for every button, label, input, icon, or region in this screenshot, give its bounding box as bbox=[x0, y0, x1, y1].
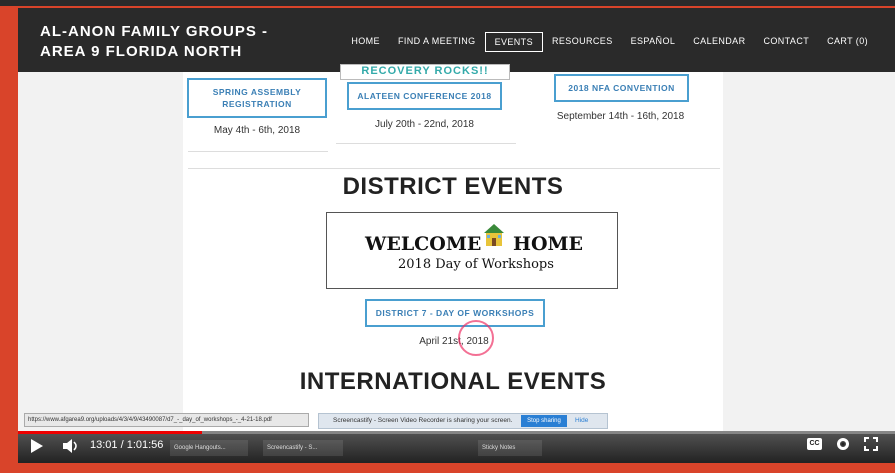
nav-item-contact[interactable]: CONTACT bbox=[754, 32, 818, 52]
fullscreen-icon[interactable] bbox=[864, 437, 878, 451]
play-icon[interactable] bbox=[30, 438, 44, 454]
top-edge bbox=[0, 0, 895, 6]
browser-status-url: https://www.afgarea9.org/uploads/4/3/4/9… bbox=[24, 413, 309, 427]
volume-icon[interactable] bbox=[62, 439, 80, 453]
nav-item-calendar[interactable]: CALENDAR bbox=[684, 32, 754, 52]
nfa-convention-button[interactable]: 2018 NFA CONVENTION bbox=[554, 74, 689, 102]
banner-subtitle: 2018 Day of Workshops bbox=[398, 257, 554, 272]
video-progress-bar[interactable] bbox=[18, 431, 895, 434]
international-events-heading: INTERNATIONAL EVENTS bbox=[299, 368, 607, 395]
site-title-line1: AL-ANON FAMILY GROUPS - bbox=[40, 23, 269, 40]
main-nav: HOME FIND A MEETING EVENTS RESOURCES ESPAÑOL… bbox=[342, 32, 877, 52]
site-navbar: AL-ANON FAMILY GROUPS - AREA 9 FLORIDA N… bbox=[18, 8, 895, 72]
nav-item-resources[interactable]: RESOURCES bbox=[543, 32, 622, 52]
mouse-cursor-highlight bbox=[458, 320, 494, 356]
divider bbox=[336, 143, 516, 144]
nfa-convention-date: September 14th - 16th, 2018 bbox=[556, 111, 685, 122]
alateen-conference-button[interactable]: ALATEEN CONFERENCE 2018 bbox=[347, 82, 502, 110]
divider bbox=[188, 168, 720, 169]
spring-assembly-label-1: SPRING ASSEMBLY bbox=[212, 87, 302, 97]
share-message: Screencastify - Screen Video Recorder is… bbox=[333, 417, 513, 424]
divider bbox=[188, 151, 328, 152]
taskbar-item[interactable]: Screencastify - S... bbox=[263, 440, 343, 456]
screen-share-bar: Screencastify - Screen Video Recorder is… bbox=[318, 413, 608, 429]
house-icon bbox=[484, 224, 504, 246]
page-background bbox=[18, 72, 183, 463]
alateen-conference-date: July 20th - 22nd, 2018 bbox=[375, 119, 474, 130]
spring-assembly-date: May 4th - 6th, 2018 bbox=[213, 125, 301, 136]
taskbar-item[interactable]: Sticky Notes bbox=[478, 440, 542, 456]
taskbar-item[interactable]: Google Hangouts... bbox=[170, 440, 248, 456]
recovery-rocks-graphic: RECOVERY ROCKS!! bbox=[340, 64, 510, 80]
welcome-home-banner[interactable]: WELCOME HOME 2018 Day of Workshops bbox=[326, 212, 618, 289]
hide-button[interactable]: Hide bbox=[575, 414, 588, 428]
district-7-workshops-button[interactable]: DISTRICT 7 - DAY OF WORKSHOPS bbox=[365, 299, 545, 327]
video-player[interactable]: AL-ANON FAMILY GROUPS - AREA 9 FLORIDA N… bbox=[18, 8, 895, 463]
site-title-line2: AREA 9 FLORIDA NORTH bbox=[40, 43, 243, 60]
nav-item-find-a-meeting[interactable]: FIND A MEETING bbox=[389, 32, 485, 52]
site-title[interactable]: AL-ANON FAMILY GROUPS - AREA 9 FLORIDA N… bbox=[40, 22, 268, 62]
captions-button[interactable]: CC bbox=[807, 438, 822, 450]
nav-item-espa-ol[interactable]: ESPAÑOL bbox=[622, 32, 685, 52]
nav-item-home[interactable]: HOME bbox=[342, 32, 389, 52]
settings-gear-icon[interactable] bbox=[836, 437, 850, 451]
video-time: 13:01 / 1:01:56 bbox=[90, 439, 164, 451]
spring-assembly-label-2: REGISTRATION bbox=[222, 99, 292, 109]
district-events-heading: DISTRICT EVENTS bbox=[342, 173, 564, 200]
nav-item-events[interactable]: EVENTS bbox=[484, 32, 543, 52]
banner-welcome-text: WELCOME bbox=[365, 233, 482, 255]
nav-item-cart-0[interactable]: CART (0) bbox=[818, 32, 877, 52]
video-progress-fill bbox=[18, 431, 203, 434]
stop-sharing-button[interactable]: Stop sharing bbox=[521, 415, 567, 427]
banner-home-text: HOME bbox=[513, 233, 584, 255]
spring-assembly-button[interactable]: SPRING ASSEMBLY REGISTRATION bbox=[187, 78, 327, 118]
